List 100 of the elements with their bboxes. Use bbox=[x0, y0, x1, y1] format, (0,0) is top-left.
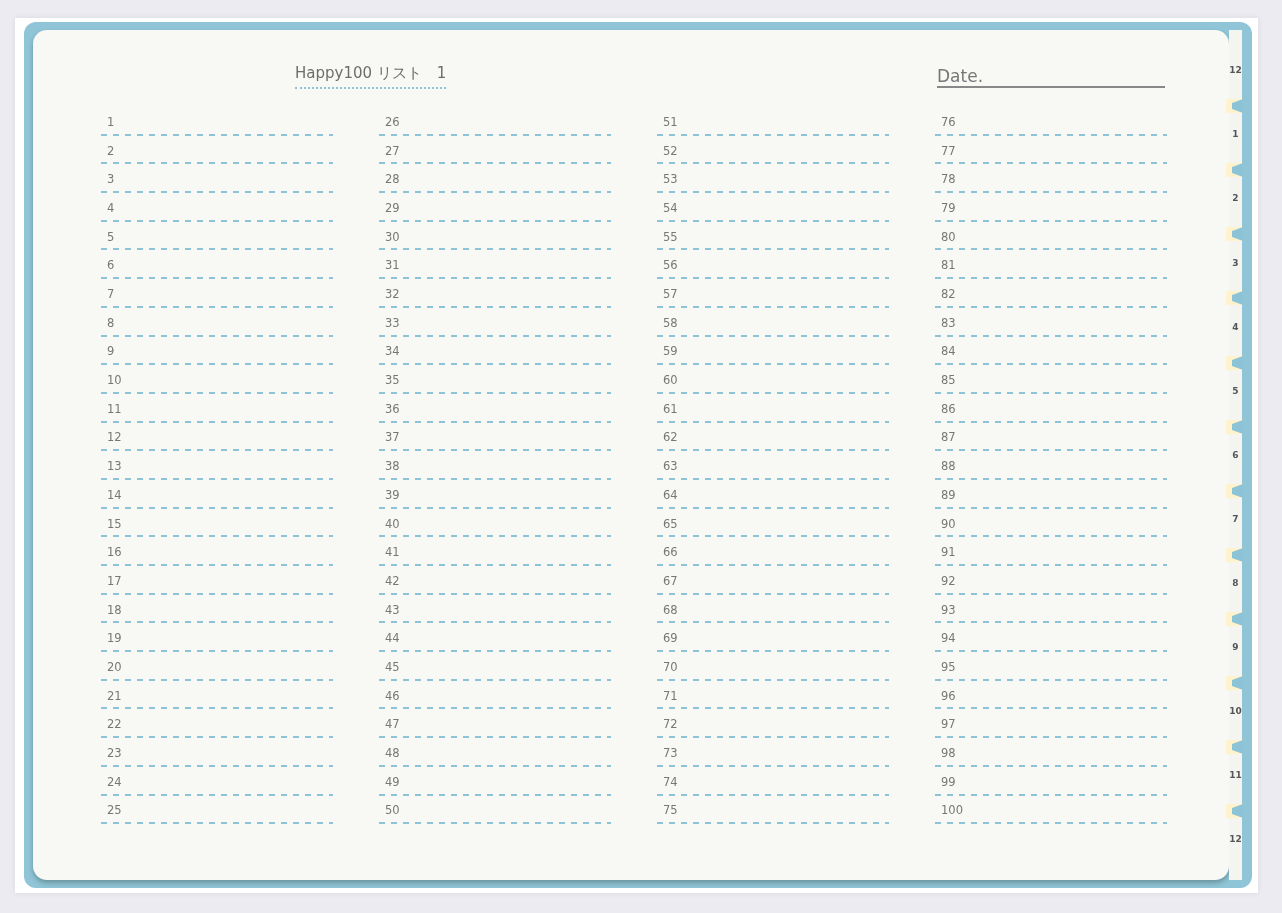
fill-in-line[interactable] bbox=[657, 219, 889, 222]
fill-in-line[interactable] bbox=[935, 477, 1167, 480]
fill-in-line[interactable] bbox=[657, 277, 889, 280]
fill-in-line[interactable] bbox=[379, 793, 611, 796]
fill-in-line[interactable] bbox=[101, 391, 333, 394]
fill-in-line[interactable] bbox=[379, 564, 611, 566]
fill-in-line[interactable] bbox=[935, 305, 1167, 308]
fill-in-line[interactable] bbox=[657, 191, 889, 194]
fill-in-line[interactable] bbox=[379, 678, 611, 681]
fill-in-line[interactable] bbox=[935, 535, 1167, 538]
fill-in-line[interactable] bbox=[379, 592, 611, 595]
fill-in-line[interactable] bbox=[101, 277, 333, 280]
fill-in-line[interactable] bbox=[935, 736, 1167, 739]
fill-in-line[interactable] bbox=[657, 564, 889, 566]
fill-in-line[interactable] bbox=[657, 707, 889, 710]
fill-in-line[interactable] bbox=[101, 592, 333, 595]
fill-in-line[interactable] bbox=[379, 449, 611, 452]
fill-in-line[interactable] bbox=[935, 707, 1167, 710]
month-tab[interactable]: 5 bbox=[1229, 359, 1242, 424]
fill-in-line[interactable] bbox=[379, 133, 611, 136]
fill-in-line[interactable] bbox=[657, 506, 889, 509]
fill-in-line[interactable] bbox=[379, 650, 611, 653]
fill-in-line[interactable] bbox=[101, 449, 333, 452]
fill-in-line[interactable] bbox=[657, 592, 889, 595]
month-tab[interactable]: 6 bbox=[1229, 423, 1242, 488]
fill-in-line[interactable] bbox=[101, 162, 333, 165]
fill-in-line[interactable] bbox=[379, 506, 611, 509]
fill-in-line[interactable] bbox=[379, 764, 611, 767]
month-tab[interactable]: 4 bbox=[1229, 295, 1242, 360]
fill-in-line[interactable] bbox=[379, 736, 611, 739]
fill-in-line[interactable] bbox=[101, 822, 333, 825]
fill-in-line[interactable] bbox=[101, 305, 333, 308]
fill-in-line[interactable] bbox=[101, 506, 333, 509]
fill-in-line[interactable] bbox=[379, 162, 611, 165]
fill-in-line[interactable] bbox=[657, 133, 889, 136]
fill-in-line[interactable] bbox=[379, 420, 611, 423]
fill-in-line[interactable] bbox=[379, 191, 611, 194]
fill-in-line[interactable] bbox=[935, 133, 1167, 136]
fill-in-line[interactable] bbox=[657, 248, 889, 251]
month-tab[interactable]: 12 bbox=[1229, 808, 1242, 873]
fill-in-line[interactable] bbox=[101, 621, 333, 624]
fill-in-line[interactable] bbox=[657, 363, 889, 366]
fill-in-line[interactable] bbox=[935, 592, 1167, 595]
fill-in-line[interactable] bbox=[935, 277, 1167, 280]
fill-in-line[interactable] bbox=[379, 822, 611, 825]
fill-in-line[interactable] bbox=[657, 678, 889, 681]
month-tab[interactable]: 3 bbox=[1229, 231, 1242, 296]
fill-in-line[interactable] bbox=[935, 391, 1167, 394]
month-tab[interactable]: 8 bbox=[1229, 551, 1242, 616]
fill-in-line[interactable] bbox=[935, 420, 1167, 423]
month-tab[interactable]: 11 bbox=[1229, 744, 1242, 809]
fill-in-line[interactable] bbox=[379, 248, 611, 251]
fill-in-line[interactable] bbox=[657, 822, 889, 825]
month-tab[interactable]: 1 bbox=[1229, 103, 1242, 168]
fill-in-line[interactable] bbox=[101, 248, 333, 251]
fill-in-line[interactable] bbox=[101, 477, 333, 480]
fill-in-line[interactable] bbox=[657, 449, 889, 452]
fill-in-line[interactable] bbox=[379, 535, 611, 538]
fill-in-line[interactable] bbox=[379, 363, 611, 366]
fill-in-line[interactable] bbox=[935, 248, 1167, 251]
fill-in-line[interactable] bbox=[935, 764, 1167, 767]
fill-in-line[interactable] bbox=[101, 420, 333, 423]
fill-in-line[interactable] bbox=[379, 621, 611, 624]
fill-in-line[interactable] bbox=[935, 564, 1167, 566]
fill-in-line[interactable] bbox=[657, 334, 889, 337]
date-field[interactable]: Date. bbox=[937, 62, 1165, 89]
month-tab[interactable]: 9 bbox=[1229, 615, 1242, 680]
fill-in-line[interactable] bbox=[101, 535, 333, 538]
fill-in-line[interactable] bbox=[935, 793, 1167, 796]
month-tab[interactable]: 2 bbox=[1229, 167, 1242, 232]
fill-in-line[interactable] bbox=[935, 506, 1167, 509]
fill-in-line[interactable] bbox=[657, 305, 889, 308]
fill-in-line[interactable] bbox=[657, 650, 889, 653]
fill-in-line[interactable] bbox=[657, 477, 889, 480]
fill-in-line[interactable] bbox=[935, 822, 1167, 825]
fill-in-line[interactable] bbox=[101, 736, 333, 739]
month-tab[interactable]: 12 bbox=[1229, 39, 1242, 104]
fill-in-line[interactable] bbox=[101, 678, 333, 681]
fill-in-line[interactable] bbox=[935, 449, 1167, 452]
fill-in-line[interactable] bbox=[379, 477, 611, 480]
fill-in-line[interactable] bbox=[935, 334, 1167, 337]
fill-in-line[interactable] bbox=[101, 334, 333, 337]
fill-in-line[interactable] bbox=[935, 678, 1167, 681]
fill-in-line[interactable] bbox=[379, 391, 611, 394]
fill-in-line[interactable] bbox=[101, 133, 333, 136]
fill-in-line[interactable] bbox=[101, 564, 333, 566]
fill-in-line[interactable] bbox=[379, 219, 611, 222]
fill-in-line[interactable] bbox=[101, 764, 333, 767]
fill-in-line[interactable] bbox=[101, 363, 333, 366]
fill-in-line[interactable] bbox=[657, 764, 889, 767]
fill-in-line[interactable] bbox=[657, 535, 889, 538]
fill-in-line[interactable] bbox=[935, 219, 1167, 222]
fill-in-line[interactable] bbox=[657, 391, 889, 394]
fill-in-line[interactable] bbox=[101, 219, 333, 222]
fill-in-line[interactable] bbox=[657, 736, 889, 739]
fill-in-line[interactable] bbox=[657, 621, 889, 624]
fill-in-line[interactable] bbox=[935, 621, 1167, 624]
fill-in-line[interactable] bbox=[101, 650, 333, 653]
fill-in-line[interactable] bbox=[379, 707, 611, 710]
fill-in-line[interactable] bbox=[101, 191, 333, 194]
